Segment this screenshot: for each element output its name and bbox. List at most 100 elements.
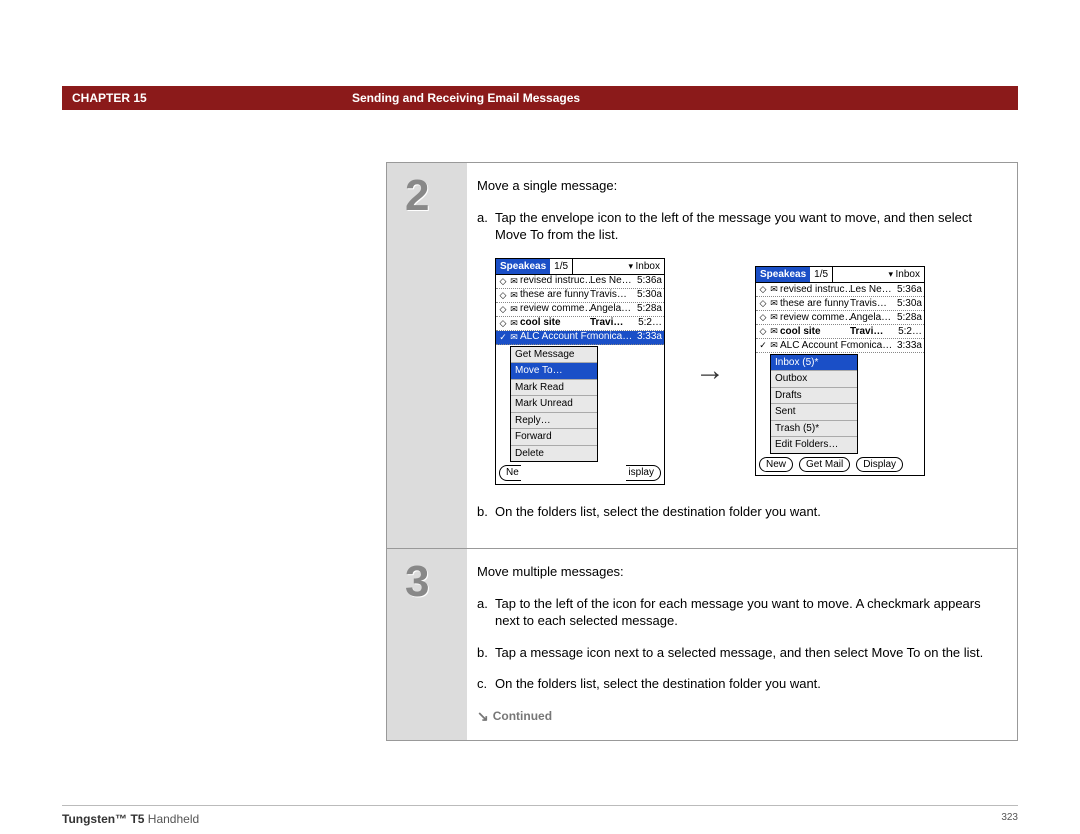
envelope-icon[interactable]: ✉	[768, 297, 780, 309]
palm-msg-count: 1/5	[550, 259, 573, 274]
menu-item-move-to[interactable]: Move To…	[511, 363, 597, 380]
msg-subject: review comme…	[780, 311, 850, 325]
mark-icon: ◇	[758, 325, 768, 337]
list-item[interactable]: ◇ ✉ these are funny Travis… 5:30a	[756, 297, 924, 311]
msg-from: monica…	[590, 330, 632, 344]
msg-time: 5:2…	[632, 316, 662, 330]
palm-screenshot-right: Speakeas 1/5 Inbox ◇ ✉ revised instruc… …	[755, 266, 925, 477]
substep-label: a.	[477, 209, 495, 244]
msg-time: 3:33a	[892, 339, 922, 353]
envelope-icon[interactable]: ✉	[508, 331, 520, 343]
palm-folder-selector[interactable]: Inbox	[573, 259, 664, 274]
msg-time: 5:28a	[892, 311, 922, 325]
menu-item-mark-unread[interactable]: Mark Unread	[511, 396, 597, 413]
step-number: 3	[387, 549, 467, 740]
list-item[interactable]: ◇ ✉ review comme… Angela… 5:28a	[756, 311, 924, 325]
msg-time: 5:28a	[632, 302, 662, 316]
list-item[interactable]: ✓ ✉ ALC Account Fo… monica… 3:33a	[756, 339, 924, 353]
folder-item-inbox[interactable]: Inbox (5)*	[771, 355, 857, 372]
substep-a: a. Tap the envelope icon to the left of …	[477, 209, 999, 244]
msg-subject: review comme…	[520, 302, 590, 316]
folder-item-drafts[interactable]: Drafts	[771, 388, 857, 405]
context-menu: Get Message Move To… Mark Read Mark Unre…	[510, 346, 598, 463]
get-mail-button[interactable]: Get Mail	[799, 457, 850, 473]
mark-icon: ✓	[498, 331, 508, 343]
palm-account: Speakeas	[496, 259, 550, 274]
menu-item-mark-read[interactable]: Mark Read	[511, 380, 597, 397]
new-button[interactable]: New	[759, 457, 793, 473]
step-2-row: 2 Move a single message: a. Tap the enve…	[387, 163, 1017, 549]
msg-subject: these are funny	[780, 297, 850, 311]
msg-subject: cool site	[520, 316, 590, 330]
mark-icon: ◇	[758, 297, 768, 309]
envelope-icon[interactable]: ✉	[508, 275, 520, 287]
menu-item-get-message[interactable]: Get Message	[511, 347, 597, 364]
msg-subject: cool site	[780, 325, 850, 339]
instruction-panel: 2 Move a single message: a. Tap the enve…	[386, 162, 1018, 741]
new-button-partial[interactable]: Ne	[499, 465, 521, 481]
list-item[interactable]: ◇ ✉ review comme… Angela… 5:28a	[496, 303, 664, 317]
list-item-selected[interactable]: ✓ ✉ ALC Account Fo… monica… 3:33a	[496, 331, 664, 345]
envelope-icon[interactable]: ✉	[768, 339, 780, 351]
msg-time: 5:36a	[892, 283, 922, 297]
envelope-icon[interactable]: ✉	[768, 325, 780, 337]
msg-from: Angela…	[850, 311, 892, 325]
msg-from: Les Ne…	[850, 283, 892, 297]
menu-item-reply[interactable]: Reply…	[511, 413, 597, 430]
folder-item-edit[interactable]: Edit Folders…	[771, 437, 857, 453]
substep-text: Tap to the left of the icon for each mes…	[495, 595, 999, 630]
checkmark-icon: ✓	[758, 339, 768, 351]
substep-text: On the folders list, select the destinat…	[495, 503, 999, 521]
continued-label: Continued	[493, 708, 552, 724]
step-number: 2	[387, 163, 467, 548]
msg-subject: these are funny	[520, 288, 590, 302]
msg-time: 5:36a	[632, 274, 662, 288]
substep-text: On the folders list, select the destinat…	[495, 675, 999, 693]
substep-label: a.	[477, 595, 495, 630]
list-item[interactable]: ◇ ✉ cool site Travi… 5:2…	[756, 325, 924, 339]
msg-subject: ALC Account Fo…	[780, 339, 850, 353]
folder-item-outbox[interactable]: Outbox	[771, 371, 857, 388]
msg-from: Travis…	[850, 297, 892, 311]
envelope-icon[interactable]: ✉	[768, 311, 780, 323]
msg-subject: ALC Account Fo…	[520, 330, 590, 344]
display-button-partial[interactable]: isplay	[626, 465, 661, 481]
envelope-icon[interactable]: ✉	[508, 289, 520, 301]
substep-label: c.	[477, 675, 495, 693]
msg-subject: revised instruc…	[780, 283, 850, 297]
envelope-icon[interactable]: ✉	[508, 303, 520, 315]
palm-screenshot-left: Speakeas 1/5 Inbox ◇ ✉ revised instruc… …	[495, 258, 665, 485]
palm-folder-selector[interactable]: Inbox	[833, 267, 924, 282]
list-item[interactable]: ◇ ✉ cool site Travi… 5:2…	[496, 317, 664, 331]
page-footer: Tungsten™ T5 Handheld 323	[62, 805, 1018, 826]
list-item[interactable]: ◇ ✉ revised instruc… Les Ne… 5:36a	[756, 283, 924, 297]
folder-item-trash[interactable]: Trash (5)*	[771, 421, 857, 438]
step-3-row: 3 Move multiple messages: a. Tap to the …	[387, 549, 1017, 740]
folder-item-sent[interactable]: Sent	[771, 404, 857, 421]
msg-subject: revised instruc…	[520, 274, 590, 288]
folder-menu: Inbox (5)* Outbox Drafts Sent Trash (5)*…	[770, 354, 858, 454]
step-body: Move a single message: a. Tap the envelo…	[467, 163, 1017, 548]
menu-item-delete[interactable]: Delete	[511, 446, 597, 462]
envelope-icon[interactable]: ✉	[508, 317, 520, 329]
substep-label: b.	[477, 644, 495, 662]
chapter-title: Sending and Receiving Email Messages	[352, 91, 1008, 105]
chapter-header: CHAPTER 15 Sending and Receiving Email M…	[62, 86, 1018, 110]
mark-icon: ◇	[498, 289, 508, 301]
mark-icon: ◇	[498, 303, 508, 315]
msg-from: Travi…	[850, 325, 892, 339]
msg-from: monica…	[850, 339, 892, 353]
step-intro: Move multiple messages:	[477, 563, 999, 581]
menu-item-forward[interactable]: Forward	[511, 429, 597, 446]
substep-c: c. On the folders list, select the desti…	[477, 675, 999, 693]
palm-msg-count: 1/5	[810, 267, 833, 282]
list-item[interactable]: ◇ ✉ these are funny Travis… 5:30a	[496, 289, 664, 303]
palm-header: Speakeas 1/5 Inbox	[496, 259, 664, 275]
msg-time: 5:2…	[892, 325, 922, 339]
substep-a: a. Tap to the left of the icon for each …	[477, 595, 999, 630]
continued-indicator: ↘ Continued	[477, 707, 999, 726]
substep-b: b. Tap a message icon next to a selected…	[477, 644, 999, 662]
envelope-icon[interactable]: ✉	[768, 283, 780, 295]
list-item[interactable]: ◇ ✉ revised instruc… Les Ne… 5:36a	[496, 275, 664, 289]
display-button[interactable]: Display	[856, 457, 903, 473]
